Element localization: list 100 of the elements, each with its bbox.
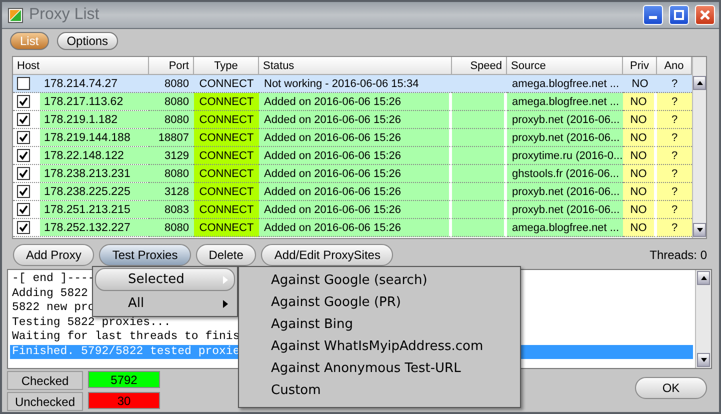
menu-item[interactable]: Against Google (PR) (239, 291, 520, 313)
row-checkbox[interactable] (17, 131, 30, 144)
column-header[interactable]: Host (13, 57, 149, 75)
menu-item[interactable]: Against Anonymous Test-URL (239, 357, 520, 379)
log-line: -[ end ]---- (12, 272, 95, 285)
threads-label: Threads: 0 (650, 248, 707, 262)
table-cell: CONNECT (194, 201, 259, 219)
host-cell: 178.238.225.225 (40, 183, 149, 200)
column-header[interactable]: Source (507, 57, 623, 75)
table-cell: 18807 (149, 129, 194, 147)
menu-item[interactable]: Custom (239, 379, 520, 401)
menu-item[interactable]: Against Google (search) (239, 269, 520, 291)
scroll-down-button[interactable] (693, 223, 706, 237)
table-cell: proxyb.net (2016-06... (507, 201, 623, 219)
table-cell: NO (623, 183, 657, 201)
table-cell: Added on 2016-06-06 15:26 (259, 165, 452, 183)
menu-item[interactable]: Against WhatIsMyipAddress.com (239, 335, 520, 357)
column-header[interactable]: Priv (623, 57, 657, 75)
maximize-button[interactable] (669, 5, 689, 25)
table-cell (452, 165, 507, 183)
table-cell: NO (623, 165, 657, 183)
table-cell: ? (657, 93, 692, 111)
row-checkbox[interactable] (17, 185, 30, 198)
table-cell: proxyb.net (2016-06... (507, 183, 623, 201)
close-button[interactable] (695, 5, 715, 25)
table-cell: Added on 2016-06-06 15:26 (259, 111, 452, 129)
menu-item[interactable]: Selected (95, 268, 235, 291)
table-cell: ? (657, 219, 692, 237)
column-header[interactable]: Type (194, 57, 259, 75)
column-header[interactable]: Speed (452, 57, 507, 75)
action-button[interactable]: Test Proxies (99, 244, 191, 266)
table-cell: 8080 (149, 111, 194, 129)
table-cell: 8083 (149, 201, 194, 219)
up-arrow-icon (700, 276, 706, 280)
table-cell: amega.blogfree.net ... (507, 93, 623, 111)
log-line: Waiting for last threads to finis (12, 330, 240, 343)
table-cell: CONNECT (194, 93, 259, 111)
maximize-icon (674, 10, 684, 20)
host-cell: 178.219.1.182 (40, 111, 149, 128)
window-title: Proxy List (29, 6, 100, 24)
minimize-button[interactable] (643, 5, 663, 25)
table-cell: NO (623, 219, 657, 237)
table-cell: ? (657, 129, 692, 147)
counter-label: Unchecked (7, 392, 83, 411)
row-checkbox[interactable] (17, 77, 30, 90)
scroll-up-button[interactable] (693, 76, 706, 90)
menu-item[interactable]: Against Bing (239, 313, 520, 335)
table-cell: 3129 (149, 147, 194, 165)
table-cell: proxyb.net (2016-06... (507, 129, 623, 147)
table-cell: CONNECT (194, 219, 259, 237)
table-cell: ghstools.fr (2016-06... (507, 165, 623, 183)
scrollbar[interactable] (695, 270, 711, 368)
table-cell: NO (623, 147, 657, 165)
row-checkbox[interactable] (17, 221, 30, 234)
table-cell: Not working - 2016-06-06 15:34 (259, 75, 452, 93)
host-cell: 178.252.132.227 (40, 219, 149, 236)
table-cell: CONNECT (194, 75, 259, 93)
table-cell: proxytime.ru (2016-0... (507, 147, 623, 165)
table-cell: ? (657, 183, 692, 201)
table-cell: ? (657, 201, 692, 219)
row-checkbox[interactable] (17, 95, 30, 108)
table-cell (452, 183, 507, 201)
action-button[interactable]: Add Proxy (13, 244, 94, 266)
row-checkbox[interactable] (17, 149, 30, 162)
table-cell: Added on 2016-06-06 15:26 (259, 93, 452, 111)
row-checkbox[interactable] (17, 203, 30, 216)
ok-button[interactable]: OK (635, 377, 707, 399)
host-cell: 178.217.113.62 (40, 93, 149, 110)
action-button[interactable]: Delete (196, 244, 256, 266)
table-cell: amega.blogfree.net ... (507, 75, 623, 93)
table-cell: CONNECT (194, 147, 259, 165)
table-cell: Added on 2016-06-06 15:26 (259, 129, 452, 147)
action-button[interactable]: Add/Edit ProxySites (261, 244, 394, 266)
row-checkbox[interactable] (17, 113, 30, 126)
table-cell: CONNECT (194, 165, 259, 183)
table-cell: 8080 (149, 219, 194, 237)
table-cell: 3128 (149, 183, 194, 201)
scroll-up-button[interactable] (697, 271, 710, 285)
log-line: Finished. 5792/5822 tested proxie (12, 344, 240, 358)
table-cell: Added on 2016-06-06 15:26 (259, 201, 452, 219)
table-cell: ? (657, 75, 692, 93)
host-cell: 178.219.144.188 (40, 129, 149, 146)
scrollbar[interactable] (692, 57, 706, 238)
scroll-down-button[interactable] (697, 353, 710, 367)
tab[interactable]: Options (56, 32, 118, 50)
menu-item[interactable]: All (95, 292, 235, 315)
table-cell: NO (623, 111, 657, 129)
host-cell: 178.238.213.231 (40, 165, 149, 182)
counter-value: 5792 (88, 371, 160, 388)
row-checkbox[interactable] (17, 167, 30, 180)
column-header[interactable]: Ano (657, 57, 692, 75)
table-cell: ? (657, 111, 692, 129)
table-cell (452, 129, 507, 147)
table-cell: CONNECT (194, 129, 259, 147)
table-cell: Added on 2016-06-06 15:26 (259, 183, 452, 201)
table-cell: CONNECT (194, 111, 259, 129)
counter-label: Checked (7, 371, 83, 390)
down-arrow-icon (700, 358, 706, 362)
column-header[interactable]: Port (149, 57, 194, 75)
column-header[interactable]: Status (259, 57, 452, 75)
